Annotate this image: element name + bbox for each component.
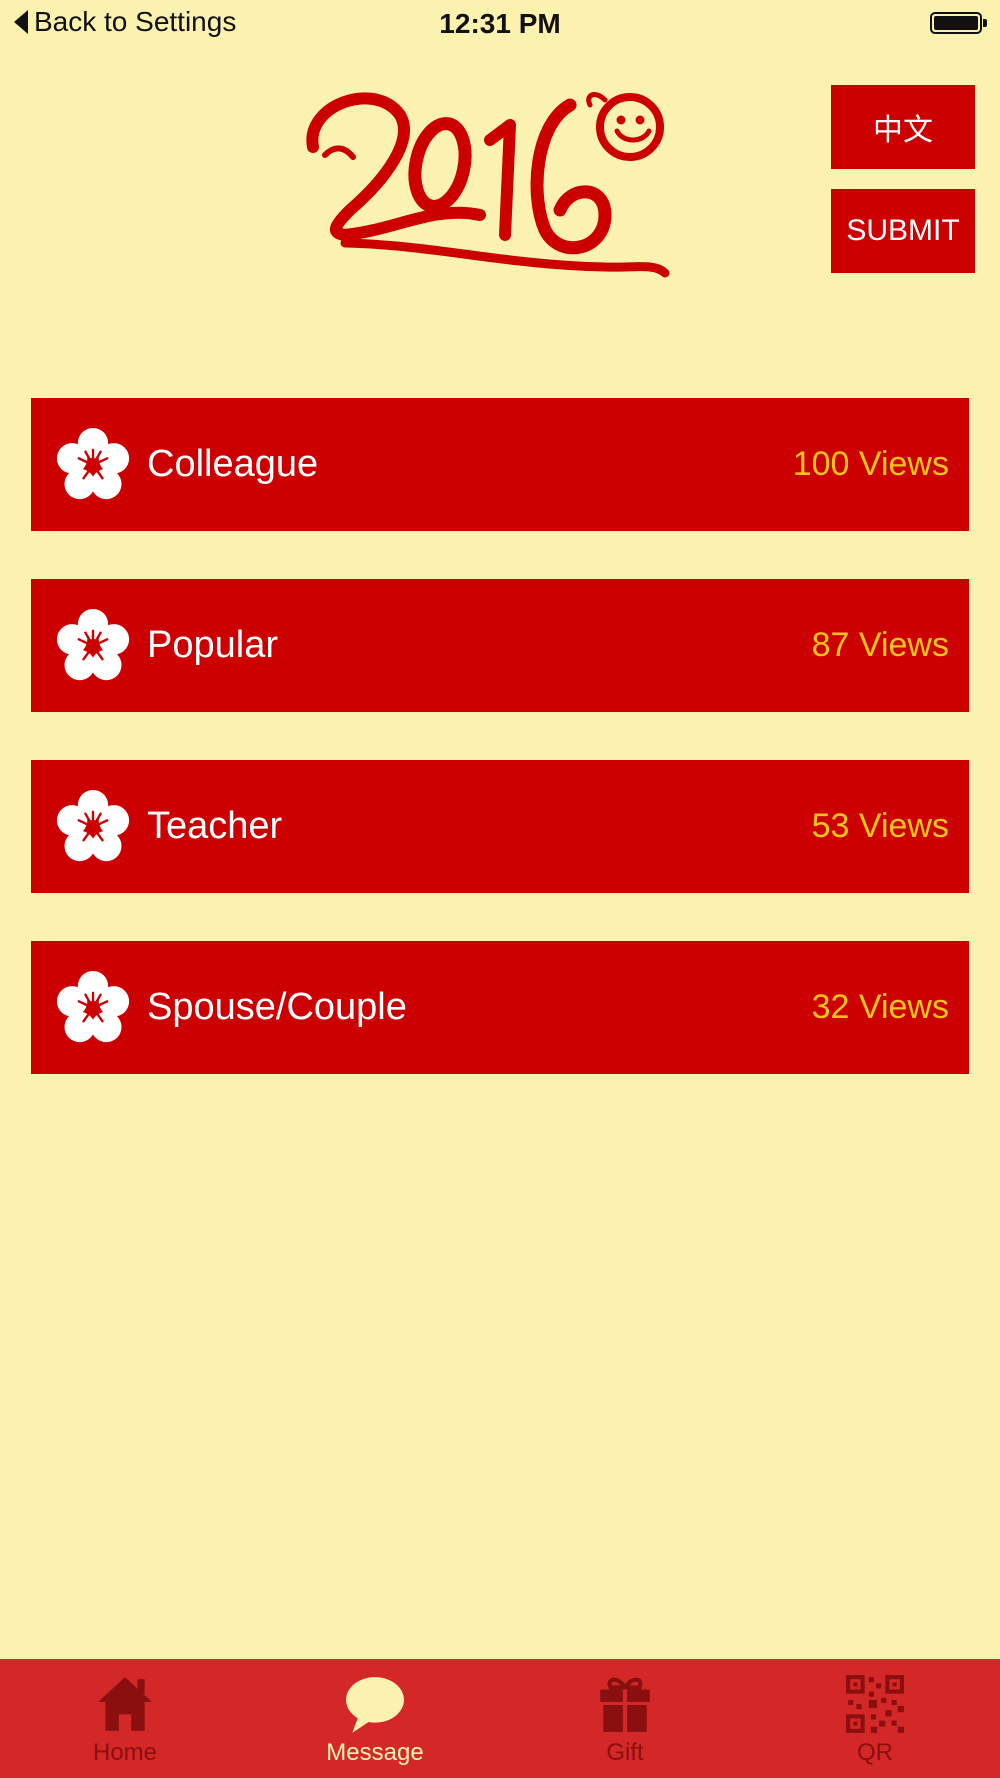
- status-bar: Back to Settings 12:31 PM: [0, 0, 1000, 50]
- category-row-colleague[interactable]: Colleague 100 Views: [31, 398, 969, 531]
- tab-label: Message: [326, 1739, 424, 1766]
- category-views: 100 Views: [792, 445, 949, 483]
- category-row-teacher[interactable]: Teacher 53 Views: [31, 760, 969, 893]
- category-label: Colleague: [147, 443, 319, 485]
- category-label: Popular: [147, 624, 278, 666]
- plum-blossom-icon: [56, 427, 130, 499]
- tab-home[interactable]: Home: [0, 1659, 250, 1778]
- plum-blossom-icon: [56, 789, 130, 861]
- tab-label: Gift: [606, 1739, 644, 1766]
- category-views: 87 Views: [811, 626, 949, 664]
- plum-blossom-icon: [56, 608, 130, 680]
- language-toggle-button[interactable]: 中文: [831, 85, 975, 169]
- status-time: 12:31 PM: [439, 8, 561, 39]
- battery-icon: [930, 12, 987, 34]
- qr-icon: [846, 1675, 904, 1733]
- category-label: Spouse/Couple: [147, 986, 407, 1028]
- tab-label: Home: [92, 1739, 158, 1766]
- submit-button[interactable]: SUBMIT: [831, 189, 975, 273]
- plum-blossom-icon: [56, 970, 130, 1042]
- tab-label: QR: [857, 1739, 893, 1766]
- category-label: Teacher: [147, 805, 283, 847]
- category-list: Colleague 100 Views Popular 87 Views Tea…: [31, 398, 969, 1122]
- tab-message[interactable]: Message: [250, 1659, 500, 1778]
- category-views: 32 Views: [811, 988, 949, 1026]
- message-icon: [346, 1677, 404, 1733]
- year-2016-monkey-logo: [306, 92, 670, 278]
- tab-gift[interactable]: Gift: [500, 1659, 750, 1778]
- tab-bar: Home Message Gift QR: [0, 1659, 1000, 1778]
- tab-qr[interactable]: QR: [750, 1659, 1000, 1778]
- category-row-popular[interactable]: Popular 87 Views: [31, 579, 969, 712]
- gift-icon: [600, 1677, 650, 1732]
- category-row-spouse-couple[interactable]: Spouse/Couple 32 Views: [31, 941, 969, 1074]
- category-views: 53 Views: [811, 807, 949, 845]
- home-icon: [98, 1677, 152, 1731]
